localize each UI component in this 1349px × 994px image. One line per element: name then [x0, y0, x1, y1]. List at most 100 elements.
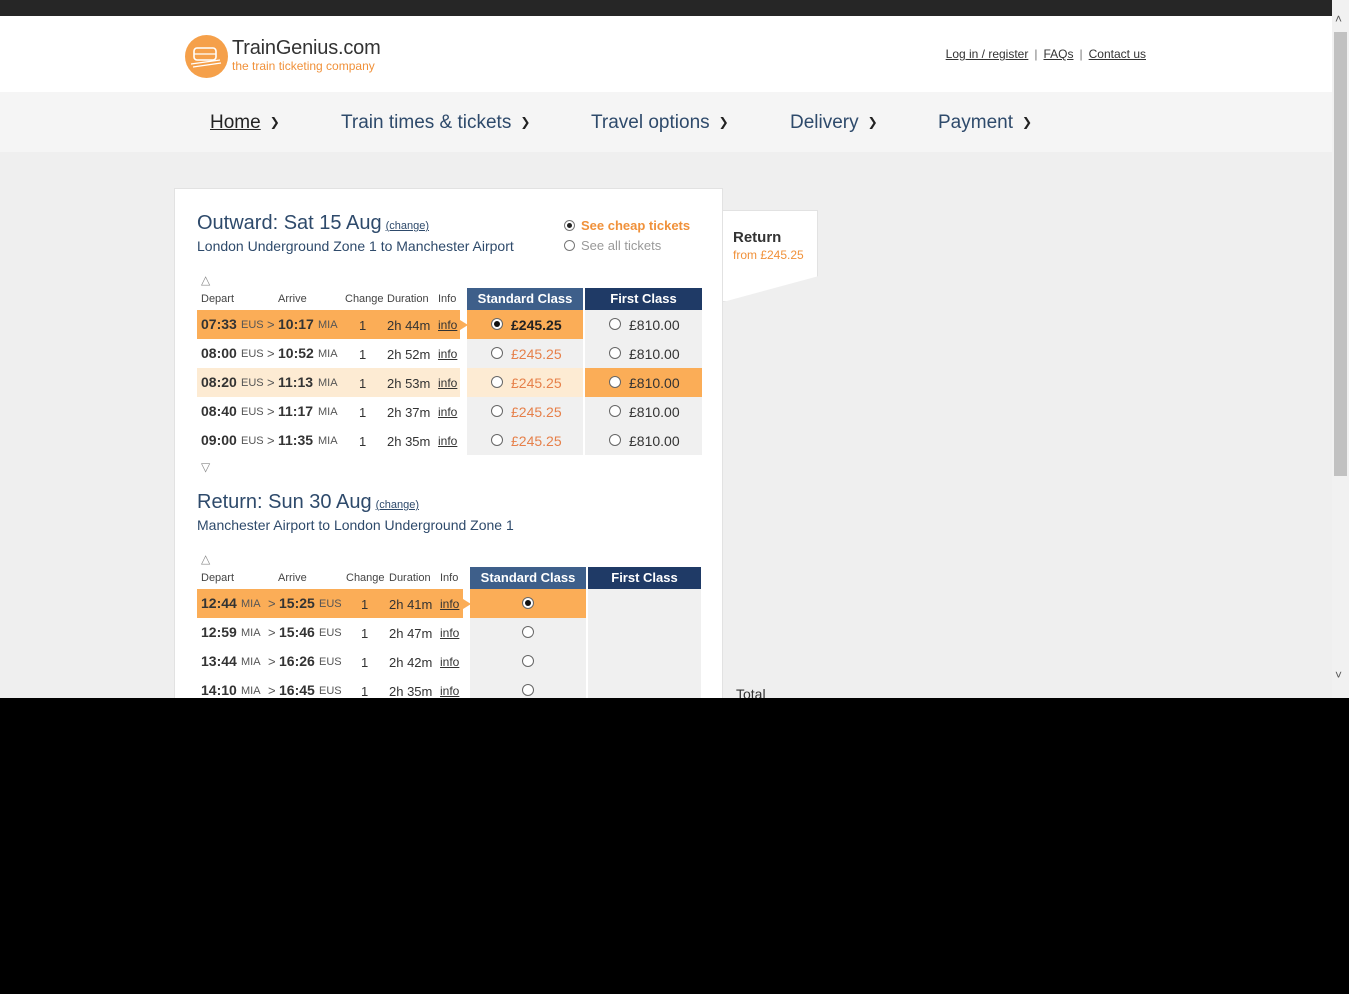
first-fare-cell[interactable]: £810.00 — [585, 310, 702, 339]
radio-selected-icon[interactable] — [522, 597, 534, 609]
depart-station: EUS — [241, 406, 264, 418]
first-fare: £810.00 — [629, 317, 680, 333]
outward-row[interactable]: 09:00 EUS >11:35 MIA 1 2h 35m info £245.25 £810.… — [197, 426, 702, 455]
login-link[interactable]: Log in / register — [946, 47, 1029, 61]
arrive-station: MIA — [318, 377, 338, 389]
outward-row[interactable]: 08:00 EUS >10:52 MIA 1 2h 52m info £245.25 £810.… — [197, 339, 702, 368]
first-class-header: First Class — [585, 288, 702, 310]
standard-fare-cell[interactable]: £245.25 — [467, 310, 583, 339]
changes-count: 1 — [359, 405, 367, 420]
info-header: Info — [440, 572, 459, 584]
fare-summary-from: from £245.25 — [733, 248, 804, 262]
radio-icon[interactable] — [522, 684, 534, 696]
return-change-link[interactable]: (change) — [376, 499, 419, 511]
first-fare-cell — [588, 676, 701, 698]
standard-fare-cell[interactable] — [470, 676, 586, 698]
radio-icon[interactable] — [609, 347, 621, 359]
info-link[interactable]: info — [438, 434, 457, 448]
contact-link[interactable]: Contact us — [1089, 47, 1146, 61]
changes-count: 1 — [359, 347, 367, 362]
info-link[interactable]: info — [438, 347, 457, 361]
train-logo-icon[interactable] — [185, 35, 228, 78]
nav-item-payment[interactable]: Payment ❯ — [938, 112, 1032, 134]
nav-item-home[interactable]: Home ❯ — [210, 112, 280, 134]
outward-row[interactable]: 08:40 EUS >11:17 MIA 1 2h 37m info £245.25 £810.… — [197, 397, 702, 426]
all-tickets-option[interactable]: See all tickets — [564, 238, 661, 253]
radio-selected-icon[interactable] — [564, 220, 575, 231]
info-link[interactable]: info — [440, 597, 459, 611]
radio-icon[interactable] — [491, 434, 503, 446]
nav-label[interactable]: Travel options — [591, 112, 710, 133]
vertical-scrollbar[interactable]: ˄ ˅ — [1332, 0, 1349, 698]
scroll-up-icon[interactable]: ˄ — [1335, 12, 1342, 26]
first-fare-cell[interactable]: £810.00 — [585, 397, 702, 426]
nav-item-travel-options[interactable]: Travel options ❯ — [591, 112, 729, 134]
first-fare-cell[interactable]: £810.00 — [585, 368, 702, 397]
radio-icon[interactable] — [564, 240, 575, 251]
depart-station: EUS — [241, 377, 264, 389]
outward-row[interactable]: 07:33 EUS >10:17 MIA 1 2h 44m info £245.25 £810.… — [197, 310, 702, 339]
main-nav: Home ❯ Train times & tickets ❯ Travel opti… — [0, 92, 1332, 152]
nav-label[interactable]: Delivery — [790, 112, 859, 133]
nav-label[interactable]: Home — [210, 112, 261, 133]
later-trains-arrow-icon[interactable]: ▽ — [201, 460, 210, 474]
info-link[interactable]: info — [438, 318, 457, 332]
info-link[interactable]: info — [440, 684, 459, 698]
separator: | — [1079, 47, 1083, 61]
radio-icon[interactable] — [609, 434, 621, 446]
fare-summary-title: Return — [733, 229, 782, 246]
depart-time: 08:20 — [201, 374, 237, 390]
first-fare-cell[interactable]: £810.00 — [585, 339, 702, 368]
radio-selected-icon[interactable] — [491, 318, 503, 330]
nav-label[interactable]: Train times & tickets — [341, 112, 511, 133]
duration: 2h 52m — [387, 347, 431, 362]
outward-row[interactable]: 08:20 EUS >11:13 MIA 1 2h 53m info £245.25 £810.… — [197, 368, 702, 397]
radio-icon[interactable] — [609, 405, 621, 417]
depart-time: 08:40 — [201, 403, 237, 419]
cheap-tickets-label[interactable]: See cheap tickets — [581, 218, 690, 233]
standard-fare-cell[interactable]: £245.25 — [467, 397, 583, 426]
nav-item-delivery[interactable]: Delivery ❯ — [790, 112, 878, 134]
standard-fare-cell[interactable] — [470, 589, 586, 618]
scrollbar-thumb[interactable] — [1334, 32, 1347, 476]
all-tickets-label[interactable]: See all tickets — [581, 238, 661, 253]
info-link[interactable]: info — [438, 405, 457, 419]
radio-icon[interactable] — [491, 376, 503, 388]
return-row[interactable]: 13:44 MIA >16:26 EUS 1 2h 42m info — [197, 647, 702, 676]
standard-fare-cell[interactable] — [470, 647, 586, 676]
standard-fare-cell[interactable]: £245.25 — [467, 339, 583, 368]
radio-icon[interactable] — [491, 347, 503, 359]
first-fare-cell[interactable]: £810.00 — [585, 426, 702, 455]
radio-icon[interactable] — [609, 318, 621, 330]
radio-icon[interactable] — [522, 655, 534, 667]
outward-change-link[interactable]: (change) — [386, 220, 429, 232]
duration: 2h 53m — [387, 376, 431, 391]
return-row[interactable]: 12:59 MIA >15:46 EUS 1 2h 47m info — [197, 618, 702, 647]
info-link[interactable]: info — [440, 655, 459, 669]
faqs-link[interactable]: FAQs — [1043, 47, 1073, 61]
return-row[interactable]: 12:44 MIA >15:25 EUS 1 2h 41m info — [197, 589, 702, 618]
standard-fare-cell[interactable]: £245.25 — [467, 426, 583, 455]
duration-header: Duration — [389, 572, 431, 584]
radio-icon[interactable] — [609, 376, 621, 388]
changes-count: 1 — [361, 626, 369, 641]
earlier-trains-arrow-icon[interactable]: △ — [201, 552, 210, 566]
chevron-right-icon: ❯ — [269, 115, 280, 129]
info-link[interactable]: info — [440, 626, 459, 640]
cheap-tickets-option[interactable]: See cheap tickets — [564, 218, 690, 233]
radio-icon[interactable] — [522, 626, 534, 638]
first-fare: £810.00 — [629, 346, 680, 362]
return-row[interactable]: 14:10 MIA >16:45 EUS 1 2h 35m info — [197, 676, 702, 698]
info-link[interactable]: info — [438, 376, 457, 390]
standard-fare-cell[interactable] — [470, 618, 586, 647]
brand-name[interactable]: TrainGenius.com — [232, 37, 381, 60]
standard-fare-cell[interactable]: £245.25 — [467, 368, 583, 397]
arrow-icon: > — [268, 625, 276, 640]
nav-item-train-times[interactable]: Train times & tickets ❯ — [341, 112, 530, 134]
changes-count: 1 — [359, 434, 367, 449]
earlier-trains-arrow-icon[interactable]: △ — [201, 273, 210, 287]
radio-icon[interactable] — [491, 405, 503, 417]
scroll-down-icon[interactable]: ˅ — [1335, 668, 1342, 682]
nav-label[interactable]: Payment — [938, 112, 1013, 133]
depart-header: Depart — [201, 572, 235, 584]
